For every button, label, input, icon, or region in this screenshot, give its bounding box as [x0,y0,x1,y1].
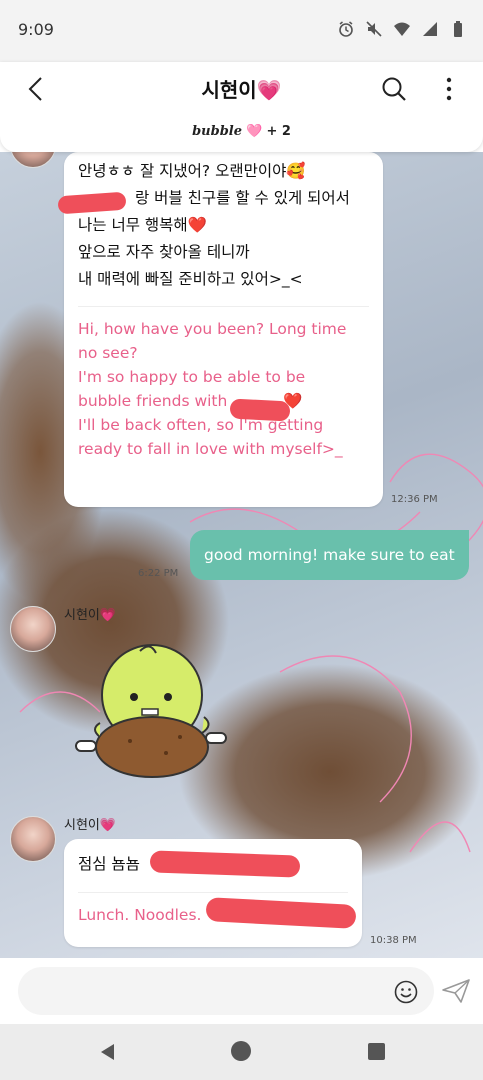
message-line: 안녕ㅎㅎ 잘 지냈어? 오랜만이야🥰 [78,162,306,180]
sender-name: 시현이💗 [64,818,117,833]
translation-text: Hi, how have you been? Long time no see?… [64,307,383,461]
search-button[interactable] [379,74,409,104]
send-button[interactable] [441,978,471,1004]
dinosaur-sticker-icon [75,644,227,778]
message-time: 12:36 PM [391,494,438,505]
sender-name: 시현이💗 [64,608,117,623]
message-time: 6:22 PM [138,568,179,579]
message-card[interactable]: 안녕ㅎㅎ 잘 지냈어? 오랜만이야🥰 랑 버블 친구를 할 수 있게 되어서 나… [57,152,383,507]
more-vertical-icon [446,77,452,101]
emoji-button[interactable] [394,980,418,1004]
outgoing-message[interactable]: good morning! make sure to eat [190,530,469,580]
message-line: 앞으로 자주 찾아올 테니까 [78,243,250,261]
nav-back-button[interactable] [98,1042,118,1062]
status-icons [337,20,467,38]
translation-line: Hi, how have you been? Long time [78,320,347,338]
search-icon [382,77,406,101]
translation-line: bubble friends with ❤️ [78,389,369,413]
more-options-button[interactable] [439,74,459,104]
battery-icon [449,20,467,38]
sticker[interactable] [70,637,230,782]
mute-icon [365,20,383,38]
nav-recents-button[interactable] [368,1043,385,1060]
redaction-mark [229,398,291,422]
alarm-icon [337,20,355,38]
wifi-icon [393,20,411,38]
chat-header: 시현이💗 bubble 🩷 + 2 [0,62,483,152]
translation-line: I'm so happy to be able to be [78,368,306,386]
message-line: 내 매력에 빠질 준비하고 있어>_< [78,270,303,288]
bubble-count: + 2 [266,124,291,139]
translation-fragment: bubble friends with [78,392,228,410]
avatar[interactable] [10,606,56,652]
system-nav-bar [0,1024,483,1080]
nav-back-triangle-icon [101,1044,114,1060]
message-card[interactable]: 점심 뇸뇸 Lunch. Noodles. [64,839,362,947]
status-time: 9:09 [18,20,54,39]
translation-line: no see? [78,344,138,362]
translation-line: I'll be back often, so I'm getting [78,416,324,434]
message-time: 10:38 PM [370,935,417,946]
send-paper-plane-icon [442,979,470,1003]
message-input[interactable] [18,967,434,1015]
message-line: 나는 너무 행복해❤️ [78,216,207,234]
chat-title: 시현이💗 [201,78,282,102]
korean-text: 안녕ㅎㅎ 잘 지냈어? 오랜만이야🥰 랑 버블 친구를 할 수 있게 되어서 나… [64,152,383,293]
bubble-info[interactable]: bubble 🩷 + 2 [0,124,483,139]
status-bar: 9:09 [0,0,483,62]
chat-area[interactable]: 안녕ㅎㅎ 잘 지냈어? 오랜만이야🥰 랑 버블 친구를 할 수 있게 되어서 나… [0,152,483,958]
avatar[interactable] [10,816,56,862]
smiley-icon [394,980,418,1004]
translation-line: ready to fall in love with myself>_ [78,440,343,458]
bubble-brand: bubble [192,124,242,139]
message-input-bar [0,958,483,1024]
nav-home-button[interactable] [231,1041,251,1061]
signal-icon [421,20,439,38]
bubble-heart: 🩷 [246,124,263,139]
